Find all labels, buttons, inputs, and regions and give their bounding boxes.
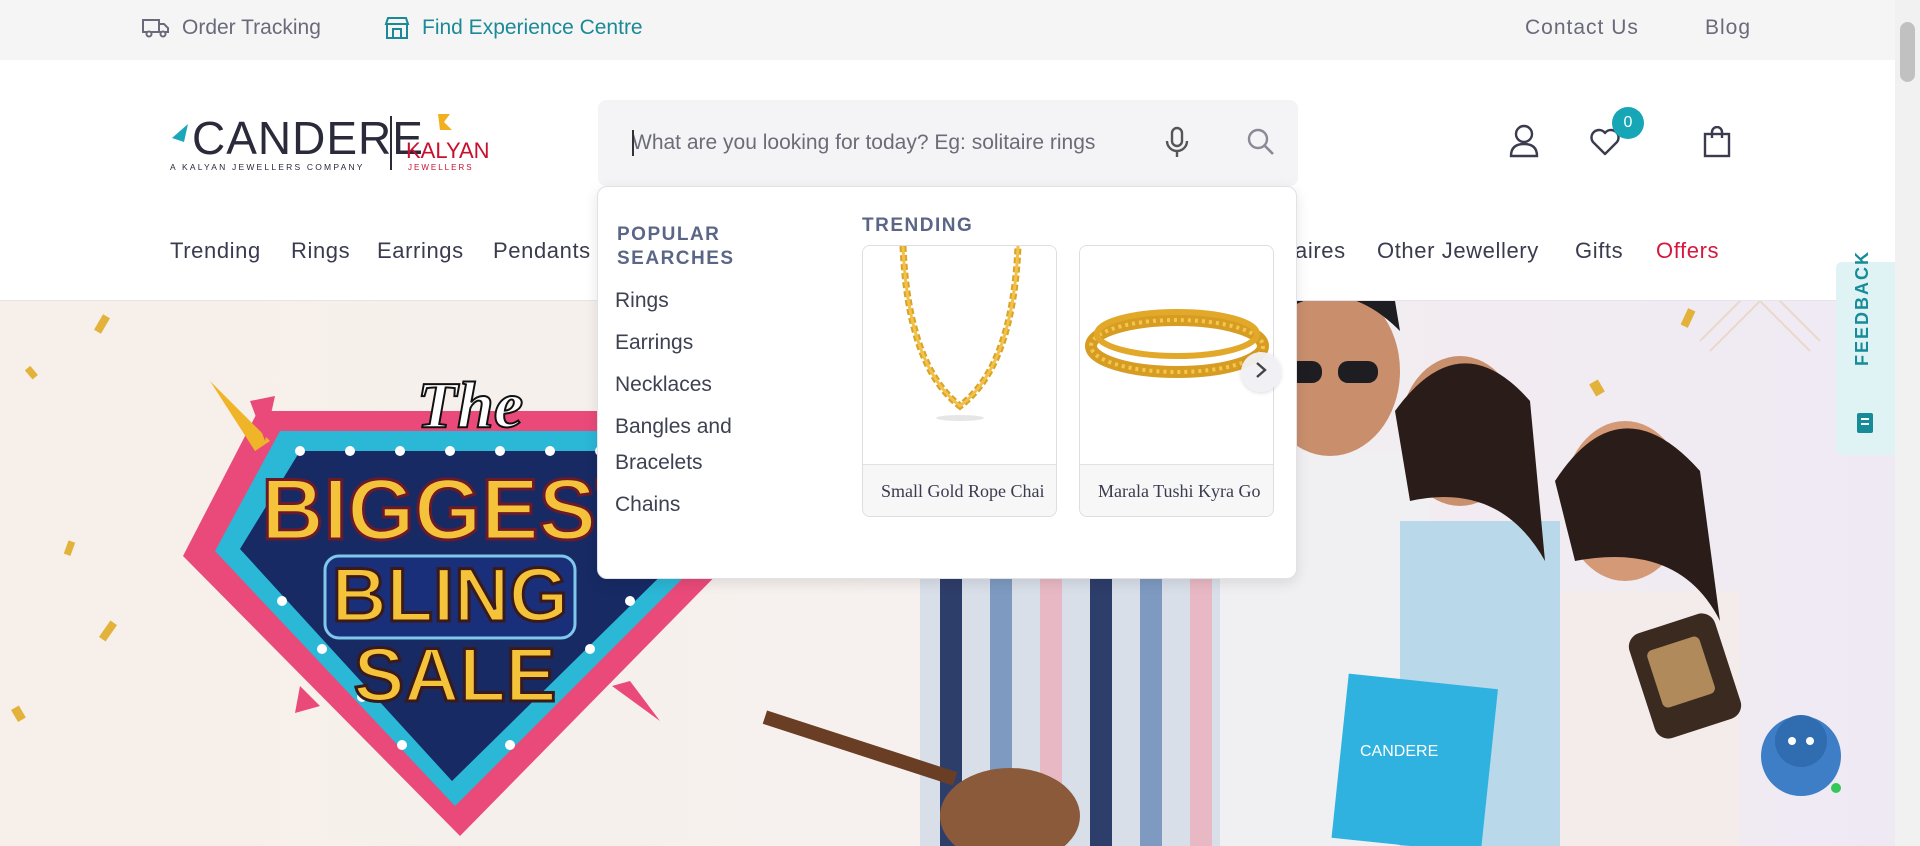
search-suggestions-dropdown: POPULAR SEARCHES Rings Earrings Necklace… (597, 186, 1297, 579)
nav-other-jewellery[interactable]: Other Jewellery (1377, 238, 1539, 264)
find-experience-centre-label: Find Experience Centre (422, 16, 643, 39)
account-icon[interactable] (1509, 124, 1539, 163)
search-icon[interactable] (1246, 127, 1276, 162)
search-bar (598, 100, 1298, 186)
carousel-next-button[interactable] (1241, 352, 1281, 392)
logo-wordmark: CANDERE (192, 112, 424, 164)
bag-brand: CANDERE (1360, 743, 1438, 760)
nav-gifts[interactable]: Gifts (1575, 238, 1623, 264)
order-tracking-label: Order Tracking (182, 16, 321, 39)
top-utility-bar: Order Tracking Find Experience Centre Co… (0, 0, 1895, 60)
popular-search-chains[interactable]: Chains (615, 487, 680, 523)
candere-logo[interactable]: CANDERE A KALYAN JEWELLERS COMPANY KALYA… (168, 112, 490, 174)
banner-the: The (417, 369, 523, 442)
feedback-icon (1857, 413, 1873, 433)
logo-tagline: A KALYAN JEWELLERS COMPANY (170, 162, 365, 172)
popular-search-rings[interactable]: Rings (615, 283, 669, 319)
search-input[interactable] (632, 124, 1152, 162)
blog-link[interactable]: Blog (1705, 16, 1751, 40)
popular-search-necklaces[interactable]: Necklaces (615, 367, 712, 403)
banner-bling: BLING (332, 553, 568, 638)
wishlist-count-badge: 0 (1612, 107, 1644, 139)
trending-product-name: Small Gold Rope Chai (863, 464, 1056, 516)
nav-trending[interactable]: Trending (170, 238, 261, 264)
truck-icon (142, 18, 170, 38)
feedback-tab[interactable]: FEEDBACK (1836, 250, 1895, 455)
nav-rings[interactable]: Rings (291, 238, 350, 264)
product-image (1080, 246, 1273, 464)
order-tracking-link[interactable]: Order Tracking (142, 16, 321, 40)
blog-label: Blog (1705, 16, 1752, 39)
popular-search-bangles-bracelets[interactable]: Bangles and Bracelets (615, 409, 765, 481)
kalyan-wordmark: KALYAN (406, 138, 490, 163)
text-caret (632, 130, 634, 156)
popular-searches-heading: POPULAR SEARCHES (617, 224, 735, 269)
scrollbar-thumb[interactable] (1900, 22, 1915, 82)
trending-product-name: Marala Tushi Kyra Go (1080, 464, 1273, 516)
nav-offers[interactable]: Offers (1656, 238, 1719, 264)
popular-search-earrings[interactable]: Earrings (615, 325, 693, 361)
find-experience-centre-link[interactable]: Find Experience Centre (384, 16, 643, 40)
nav-earrings[interactable]: Earrings (377, 238, 464, 264)
banner-sale: SALE (354, 633, 557, 718)
microphone-icon[interactable] (1164, 126, 1190, 165)
nav-pendants[interactable]: Pendants (493, 238, 591, 264)
feedback-label: FEEDBACK (1852, 249, 1872, 366)
chat-assistant-icon (1761, 715, 1841, 796)
store-icon (384, 16, 410, 40)
nav-solitaires[interactable]: aires (1295, 238, 1346, 264)
chevron-right-icon (1254, 361, 1268, 384)
trending-product-card[interactable]: Small Gold Rope Chai (862, 245, 1057, 517)
contact-us-label: Contact Us (1525, 16, 1639, 39)
contact-us-link[interactable]: Contact Us (1525, 16, 1639, 40)
shopping-bag-icon[interactable] (1703, 125, 1731, 163)
banner-biggest: BIGGEST (261, 462, 648, 558)
kalyan-sub: JEWELLERS (408, 163, 474, 172)
product-image (863, 246, 1056, 464)
page-scrollbar[interactable] (1895, 0, 1920, 846)
trending-heading: TRENDING (862, 215, 974, 236)
